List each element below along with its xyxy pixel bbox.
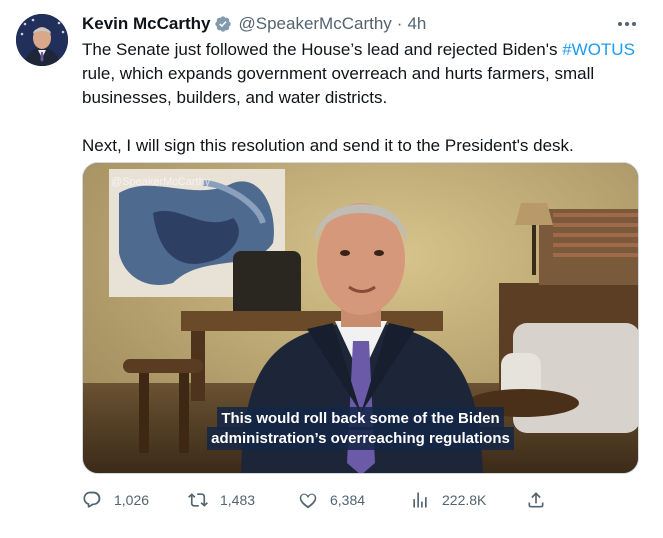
tweet-paragraph-2: Next, I will sign this resolution and se… [82, 136, 574, 155]
reply-icon [83, 491, 101, 508]
video-player[interactable]: @SpeakerMcCarthy This would roll back so… [82, 162, 639, 474]
like-icon [299, 493, 317, 509]
like-button[interactable]: 6,384 [298, 488, 365, 512]
tweet-text-part-2: rule, which expands government overreach… [82, 64, 595, 107]
retweet-button[interactable]: 1,483 [188, 488, 255, 512]
hashtag-link[interactable]: #WOTUS [562, 40, 635, 59]
separator-dot: · [396, 14, 403, 33]
video-caption-text-2: administration’s overreaching regulation… [207, 427, 514, 450]
author-handle[interactable]: @SpeakerMcCarthy [238, 14, 391, 34]
author-name[interactable]: Kevin McCarthy [82, 14, 210, 34]
views-icon [413, 492, 427, 508]
verified-badge-icon[interactable] [214, 15, 232, 33]
avatar[interactable] [16, 14, 68, 66]
like-count: 6,384 [330, 492, 366, 508]
retweet-icon [188, 493, 208, 507]
reply-button[interactable]: 1,026 [82, 488, 149, 512]
share-icon [528, 492, 544, 508]
tweet-text-part-1: The Senate just followed the House’s lea… [82, 40, 563, 59]
retweet-count: 1,483 [220, 492, 256, 508]
video-caption-line-2: administration’s overreaching regulation… [83, 427, 638, 450]
tweet-actions: 1,026 1,483 6,384 222.8K [82, 488, 552, 512]
tweet-paragraph-1: The Senate just followed the House’s lea… [82, 38, 652, 110]
tweet[interactable]: Kevin McCarthy @SpeakerMcCarthy · 4h The… [0, 0, 663, 538]
reply-count: 1,026 [114, 492, 150, 508]
tweet-header: Kevin McCarthy @SpeakerMcCarthy · 4h [82, 12, 426, 36]
share-button[interactable] [526, 488, 546, 512]
views-button[interactable]: 222.8K [410, 488, 486, 512]
tweet-text: The Senate just followed the House’s lea… [82, 38, 652, 158]
video-watermark: @SpeakerMcCarthy [111, 176, 211, 188]
more-icon[interactable] [612, 14, 642, 34]
views-count: 222.8K [442, 492, 487, 508]
tweet-timestamp[interactable]: 4h [407, 14, 426, 34]
